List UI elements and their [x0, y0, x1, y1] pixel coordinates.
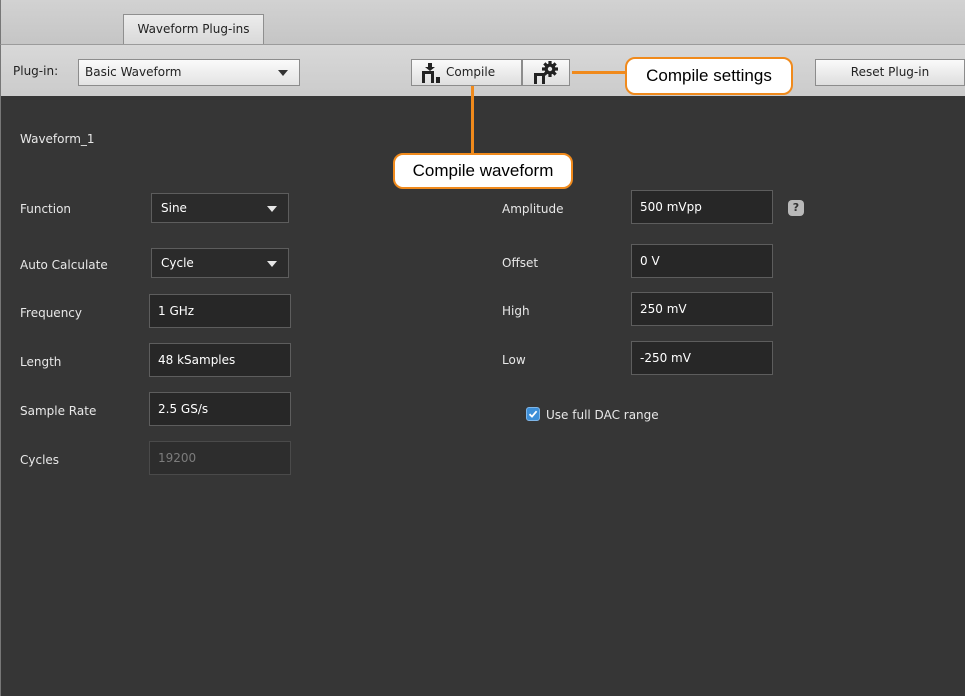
frequency-label: Frequency — [20, 306, 82, 320]
compile-icon — [422, 63, 440, 83]
chevron-down-icon — [267, 261, 277, 267]
callout-connector — [572, 71, 626, 74]
use-full-dac-range-label[interactable]: Use full DAC range — [546, 408, 659, 422]
function-select[interactable]: Sine — [151, 193, 289, 223]
reset-plugin-button[interactable]: Reset Plug-in — [815, 59, 965, 86]
auto-calculate-label: Auto Calculate — [20, 258, 108, 272]
plugin-label: Plug-in: — [13, 64, 59, 78]
low-label: Low — [502, 353, 526, 367]
frequency-input[interactable]: 1 GHz — [149, 294, 291, 328]
waveform-name: Waveform_1 — [20, 132, 95, 146]
cycles-input: 19200 — [149, 441, 291, 475]
compile-button[interactable]: Compile — [411, 59, 522, 86]
cycles-label: Cycles — [20, 453, 60, 467]
high-input[interactable]: 250 mV — [631, 292, 773, 326]
high-label: High — [502, 304, 530, 318]
amplitude-input[interactable]: 500 mVpp — [631, 190, 773, 224]
plugin-select-value: Basic Waveform — [85, 65, 182, 79]
amplitude-label: Amplitude — [502, 202, 564, 216]
auto-calculate-select[interactable]: Cycle — [151, 248, 289, 278]
sample-rate-label: Sample Rate — [20, 404, 97, 418]
chevron-down-icon — [267, 206, 277, 212]
plugin-select[interactable]: Basic Waveform — [78, 59, 300, 86]
sample-rate-input[interactable]: 2.5 GS/s — [149, 392, 291, 426]
callout-compile-waveform: Compile waveform — [393, 153, 573, 189]
compile-settings-button[interactable] — [522, 59, 570, 86]
compile-label: Compile — [446, 65, 496, 79]
offset-label: Offset — [502, 256, 539, 270]
help-icon[interactable]: ? — [788, 200, 804, 216]
length-label: Length — [20, 355, 62, 369]
function-value: Sine — [161, 201, 187, 215]
chevron-down-icon — [278, 70, 288, 76]
auto-calculate-value: Cycle — [161, 256, 194, 270]
low-input[interactable]: -250 mV — [631, 341, 773, 375]
tab-waveform-plugins[interactable]: Waveform Plug-ins — [123, 14, 264, 44]
offset-input[interactable]: 0 V — [631, 244, 773, 278]
gear-icon — [534, 61, 558, 84]
length-input[interactable]: 48 kSamples — [149, 343, 291, 377]
use-full-dac-range-checkbox[interactable] — [526, 407, 540, 421]
function-label: Function — [20, 202, 72, 216]
callout-connector — [471, 86, 474, 154]
callout-compile-settings: Compile settings — [625, 57, 793, 95]
checkmark-icon — [528, 410, 538, 418]
